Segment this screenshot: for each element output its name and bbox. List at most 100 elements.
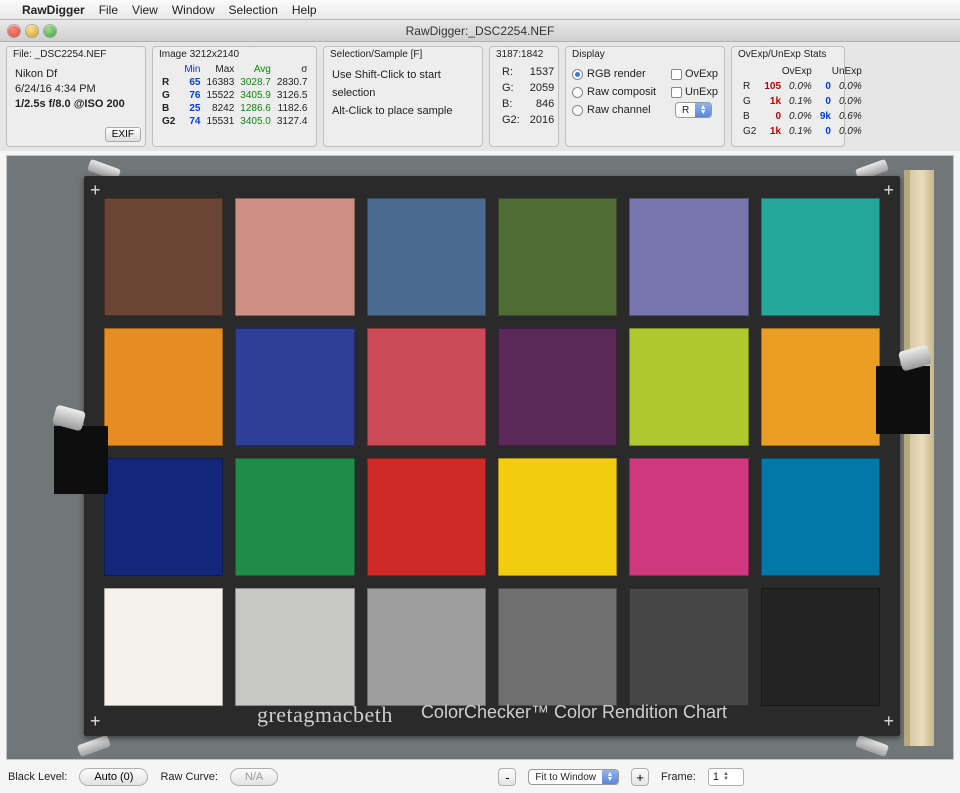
menu-selection[interactable]: Selection: [229, 3, 278, 17]
menu-file[interactable]: File: [99, 3, 118, 17]
label-raw-composite: Raw composit: [587, 86, 656, 98]
frame-value: 1: [713, 771, 719, 783]
selection-panel: Selection/Sample [F] Use Shift-Click to …: [323, 46, 483, 147]
zoom-in-button[interactable]: +: [631, 768, 649, 786]
menu-window[interactable]: Window: [172, 3, 215, 17]
color-swatch: [104, 588, 223, 706]
color-swatch: [761, 328, 880, 446]
channel-select-value: R: [676, 105, 695, 116]
backdrop-shadow: [904, 170, 910, 746]
radio-rgb-render[interactable]: [572, 69, 583, 80]
camera-model: Nikon Df: [15, 67, 137, 82]
updown-icon: ▲▼: [695, 103, 711, 117]
black-level-label: Black Level:: [8, 771, 67, 783]
zoom-out-button[interactable]: -: [498, 768, 516, 786]
file-panel: File: _DSC2254.NEF Nikon Df 6/24/16 4:34…: [6, 46, 146, 147]
file-panel-header: File: _DSC2254.NEF: [13, 49, 139, 60]
stat-row-g: G: [159, 89, 181, 102]
raw-curve-label: Raw Curve:: [160, 771, 217, 783]
color-swatch: [498, 458, 617, 576]
channel-select[interactable]: R ▲▼: [675, 102, 712, 118]
color-swatch: [367, 198, 486, 316]
color-swatch: [498, 198, 617, 316]
clip-peg-icon: [77, 735, 111, 757]
mac-menubar: RawDigger File View Window Selection Hel…: [0, 0, 960, 20]
stat-row-r: R: [159, 76, 181, 89]
color-swatch: [235, 198, 354, 316]
stat-row-g2: G2: [159, 115, 181, 128]
checkbox-unexp[interactable]: [671, 87, 682, 98]
expstats-header: OvExp/UnExp Stats: [738, 49, 838, 60]
zoom-value: Fit to Window: [529, 772, 602, 783]
radio-raw-channel[interactable]: [572, 105, 583, 116]
selection-panel-header: Selection/Sample [F]: [330, 49, 476, 60]
image-viewer[interactable]: + + + + gretagmacbeth ColorChecker™ Colo…: [6, 155, 954, 760]
color-swatch: [367, 588, 486, 706]
zoom-select[interactable]: Fit to Window ▲▼: [528, 769, 619, 785]
color-swatch: [761, 458, 880, 576]
raw-curve-button[interactable]: N/A: [230, 768, 278, 786]
selection-hint-2: Alt-Click to place sample: [332, 102, 474, 120]
color-swatch: [104, 458, 223, 576]
col-max: Max: [203, 63, 237, 76]
display-panel-header: Display: [572, 49, 718, 60]
col-ovexp: OvExp: [761, 65, 814, 78]
color-swatch: [629, 588, 748, 706]
pixel-coord: 3187:1842: [496, 49, 552, 60]
updown-icon: ▲▼: [602, 770, 618, 784]
radio-raw-composite[interactable]: [572, 87, 583, 98]
window-title: RawDigger:_DSC2254.NEF: [0, 24, 960, 38]
color-swatch: [235, 458, 354, 576]
color-swatch: [104, 328, 223, 446]
black-level-button[interactable]: Auto (0): [79, 768, 148, 786]
col-sigma: σ: [274, 63, 311, 76]
color-swatch: [629, 458, 748, 576]
backdrop-edge: [910, 170, 934, 746]
exif-button[interactable]: EXIF: [105, 127, 141, 142]
crosshair-icon: +: [90, 180, 101, 201]
exposure-stats-panel: OvExp/UnExp Stats OvExp UnExp R1050.0%00…: [731, 46, 845, 147]
stat-row-b: B: [159, 102, 181, 115]
swatch-grid: [104, 198, 880, 706]
color-swatch: [367, 328, 486, 446]
crosshair-icon: +: [883, 180, 894, 201]
capture-datetime: 6/24/16 4:34 PM: [15, 82, 137, 97]
col-avg: Avg: [237, 63, 274, 76]
label-rgb-render: RGB render: [587, 68, 646, 80]
frame-stepper[interactable]: 1 ▲▼: [708, 768, 744, 786]
label-raw-channel: Raw channel: [587, 104, 651, 116]
color-swatch: [761, 588, 880, 706]
window-titlebar: RawDigger:_DSC2254.NEF: [0, 20, 960, 42]
exposure-settings: 1/2.5s f/8.0 @ISO 200: [15, 97, 137, 112]
selection-hint-1: Use Shift-Click to start selection: [332, 66, 474, 102]
binder-clip-icon: [54, 426, 108, 494]
app-menu[interactable]: RawDigger: [22, 3, 85, 17]
expstats-table: OvExp UnExp R1050.0%00.0% G1k0.1%00.0% B…: [738, 63, 867, 140]
binder-clip-icon: [876, 366, 930, 434]
spinner-icon: ▲▼: [723, 772, 729, 782]
color-swatch: [367, 458, 486, 576]
pixel-readout-panel: 3187:1842 R:1537 G:2059 B:846 G2:2016: [489, 46, 559, 147]
chart-brand: gretagmacbeth: [257, 702, 393, 728]
clip-peg-icon: [855, 735, 889, 757]
color-swatch: [629, 198, 748, 316]
col-unexp: UnExp: [817, 65, 865, 78]
color-checker-chart: + + + + gretagmacbeth ColorChecker™ Colo…: [84, 176, 900, 736]
frame-label: Frame:: [661, 771, 696, 783]
menu-help[interactable]: Help: [292, 3, 317, 17]
bottom-bar: Black Level: Auto (0) Raw Curve: N/A - F…: [0, 764, 960, 790]
display-panel: Display RGB render OvExp Raw composit: [565, 46, 725, 147]
label-unexp: UnExp: [685, 86, 718, 98]
photo-canvas: + + + + gretagmacbeth ColorChecker™ Colo…: [16, 160, 944, 756]
color-swatch: [498, 328, 617, 446]
menu-view[interactable]: View: [132, 3, 158, 17]
chart-label: ColorChecker™ Color Rendition Chart: [421, 702, 727, 728]
color-swatch: [761, 198, 880, 316]
image-panel-header: Image 3212x2140: [159, 49, 310, 60]
checkbox-ovexp[interactable]: [671, 69, 682, 80]
pixel-values: R:1537 G:2059 B:846 G2:2016: [496, 63, 560, 129]
color-swatch: [629, 328, 748, 446]
image-stats-table: Min Max Avg σ R65163833028.72830.7 G7615…: [159, 63, 310, 128]
color-swatch: [498, 588, 617, 706]
info-panel-row: File: _DSC2254.NEF Nikon Df 6/24/16 4:34…: [0, 42, 960, 151]
